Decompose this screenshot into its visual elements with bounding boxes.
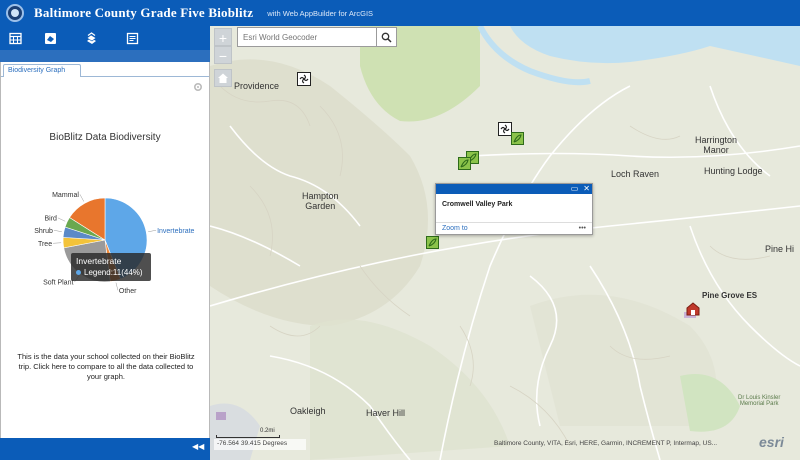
pie-label-leader [115, 282, 119, 291]
observation-marker-icon[interactable] [297, 72, 311, 86]
scale-label: 0.2mi [260, 428, 275, 434]
place-label-kinsler-park: Dr Louis Kinsler Memorial Park [738, 395, 781, 407]
pie-chart: Invertebrate Other Soft Plant Tree Shrub Bird… [34, 192, 194, 295]
home-button[interactable] [214, 69, 232, 87]
pie-label-shrub: Shrub [34, 228, 53, 235]
pie-label-bird: Bird [44, 215, 57, 222]
table-icon [8, 32, 22, 44]
plant-marker-icon[interactable] [426, 236, 439, 249]
geocoder-search [237, 27, 397, 47]
pie-label-tree: Tree [38, 241, 52, 248]
pie-label-invertebrate: Invertebrate [157, 228, 194, 235]
place-label-hampton-garden: Hampton Garden [302, 191, 339, 211]
place-label-pine-hill: Pine Hi [765, 244, 795, 254]
layers-icon [45, 32, 56, 44]
pie-label-leader [79, 194, 85, 202]
popup-header: ▭ ✕ [436, 184, 592, 194]
widget-toolbar [0, 26, 210, 50]
esri-logo: esri [759, 434, 784, 450]
place-label-providence: Providence [234, 81, 280, 91]
app-subtitle: with Web AppBuilder for ArcGIS [267, 8, 374, 18]
chart-tooltip: Invertebrate Legend:11(44%) [71, 253, 151, 281]
widget-panel: Biodiversity Graph BioBlitz Data Biodive… [0, 62, 210, 438]
plant-marker-icon[interactable] [458, 157, 471, 170]
pie-label-mammal: Mammal [52, 192, 79, 199]
search-button[interactable] [376, 28, 396, 46]
more-actions-button[interactable]: ••• [579, 225, 586, 232]
panel-footer [0, 438, 210, 460]
search-input[interactable] [238, 28, 376, 46]
layers-tool-button[interactable] [30, 26, 71, 50]
legend-icon [86, 31, 97, 44]
pie-label-leader [57, 217, 66, 222]
map-view[interactable]: Providence Hampton Garden Harrington Man… [210, 26, 800, 460]
place-label-hunting-lodge: Hunting Lodge [704, 166, 763, 176]
legend-tool-button[interactable] [71, 26, 112, 50]
place-label-harrington-manor: Harrington Manor [695, 135, 738, 155]
app-logo [6, 4, 24, 22]
gear-icon[interactable] [193, 82, 203, 92]
pie-label-other: Other [119, 288, 137, 295]
pie-label-leader [53, 230, 62, 233]
tooltip-title: Invertebrate [76, 256, 122, 266]
pie-label-leader [53, 242, 62, 244]
zoom-out-button[interactable]: − [214, 46, 232, 64]
place-label-loch-raven: Loch Raven [611, 169, 660, 179]
school-marker-icon[interactable] [686, 302, 700, 316]
app-title: Baltimore County Grade Five Bioblitz [34, 5, 254, 20]
toolbar-divider [0, 50, 210, 62]
observation-marker-icon[interactable] [498, 122, 512, 136]
zoom-to-link[interactable]: Zoom to [442, 225, 468, 232]
basemap [210, 26, 800, 460]
maximize-icon[interactable]: ▭ [571, 184, 579, 194]
table-tool-button[interactable] [0, 26, 30, 50]
edit-icon [126, 32, 139, 44]
coordinate-readout: -76.564 39.415 Degrees [214, 439, 306, 450]
map-attribution: Baltimore County, VITA, Esri, HERE, Garm… [494, 440, 718, 447]
place-label-pine-grove-es: Pine Grove ES [702, 291, 758, 300]
edit-tool-button[interactable] [112, 26, 153, 50]
place-label-oakleigh: Oakleigh [290, 406, 326, 416]
search-icon [381, 32, 392, 43]
pie-label-leader [148, 230, 157, 233]
chart-title: BioBlitz Data Biodiversity [49, 132, 161, 143]
tooltip-dot-icon [76, 270, 81, 275]
tooltip-value: Legend:11(44%) [84, 268, 143, 277]
zoom-in-button[interactable]: + [214, 28, 232, 46]
home-icon [218, 73, 228, 83]
tab-biodiversity-graph[interactable]: Biodiversity Graph [3, 64, 81, 77]
app-header: Baltimore County Grade Five Bioblitz wit… [0, 0, 800, 26]
collapse-panel-icon[interactable]: ◀◀ [192, 442, 204, 451]
popup-title: Cromwell Valley Park [442, 201, 513, 208]
pie-label-soft-plant: Soft Plant [43, 280, 73, 287]
feature-popup: ▭ ✕ Cromwell Valley Park Zoom to ••• [435, 183, 593, 235]
close-icon[interactable]: ✕ [583, 184, 590, 194]
plant-marker-icon[interactable] [511, 132, 524, 145]
panel-description[interactable]: This is the data your school collected o… [15, 352, 197, 382]
scale-bar [216, 435, 280, 438]
place-label-haver-hill: Haver Hill [366, 408, 406, 418]
